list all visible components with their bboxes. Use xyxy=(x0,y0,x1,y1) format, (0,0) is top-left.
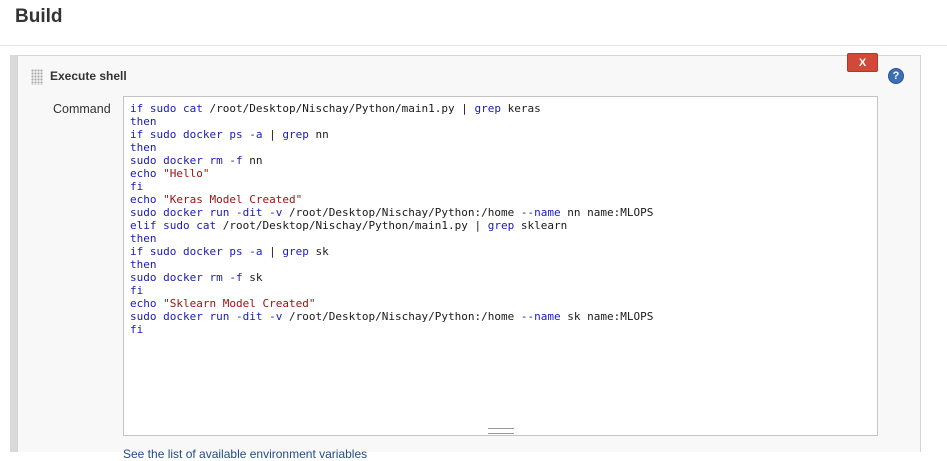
command-line: then xyxy=(130,141,157,154)
step-title: Execute shell xyxy=(50,69,127,83)
command-line: sudo docker rm -f sk xyxy=(130,271,263,284)
command-line: elif sudo cat /root/Desktop/Nischay/Pyth… xyxy=(130,219,568,232)
command-line: if sudo docker ps -a | grep sk xyxy=(130,245,329,258)
question-circle-icon[interactable]: ? xyxy=(888,68,904,84)
section-divider xyxy=(0,45,947,46)
left-gutter xyxy=(10,55,17,452)
command-line: echo "Sklearn Model Created" xyxy=(130,297,316,310)
page-title: Build xyxy=(15,6,63,27)
command-line: sudo docker run -dit -v /root/Desktop/Ni… xyxy=(130,206,654,219)
command-line: fi xyxy=(130,323,144,336)
command-line: then xyxy=(130,258,157,271)
command-line: fi xyxy=(130,284,144,297)
command-line: echo "Keras Model Created" xyxy=(130,193,303,206)
grip-dots-icon[interactable] xyxy=(31,69,43,85)
command-line: then xyxy=(130,115,157,128)
command-line: echo "Hello" xyxy=(130,167,210,180)
command-label: Command xyxy=(53,102,111,116)
delete-step-button[interactable]: X xyxy=(847,53,878,72)
textarea-resize-handle[interactable] xyxy=(488,428,514,434)
command-textarea[interactable]: if sudo cat /root/Desktop/Nischay/Python… xyxy=(123,96,878,436)
command-line: fi xyxy=(130,180,144,193)
command-line: sudo docker rm -f nn xyxy=(130,154,263,167)
environment-variables-link[interactable]: See the list of available environment va… xyxy=(123,447,367,461)
command-line: then xyxy=(130,232,157,245)
command-line: if sudo cat /root/Desktop/Nischay/Python… xyxy=(130,102,541,115)
command-line: if sudo docker ps -a | grep nn xyxy=(130,128,329,141)
command-line: sudo docker run -dit -v /root/Desktop/Ni… xyxy=(130,310,654,323)
